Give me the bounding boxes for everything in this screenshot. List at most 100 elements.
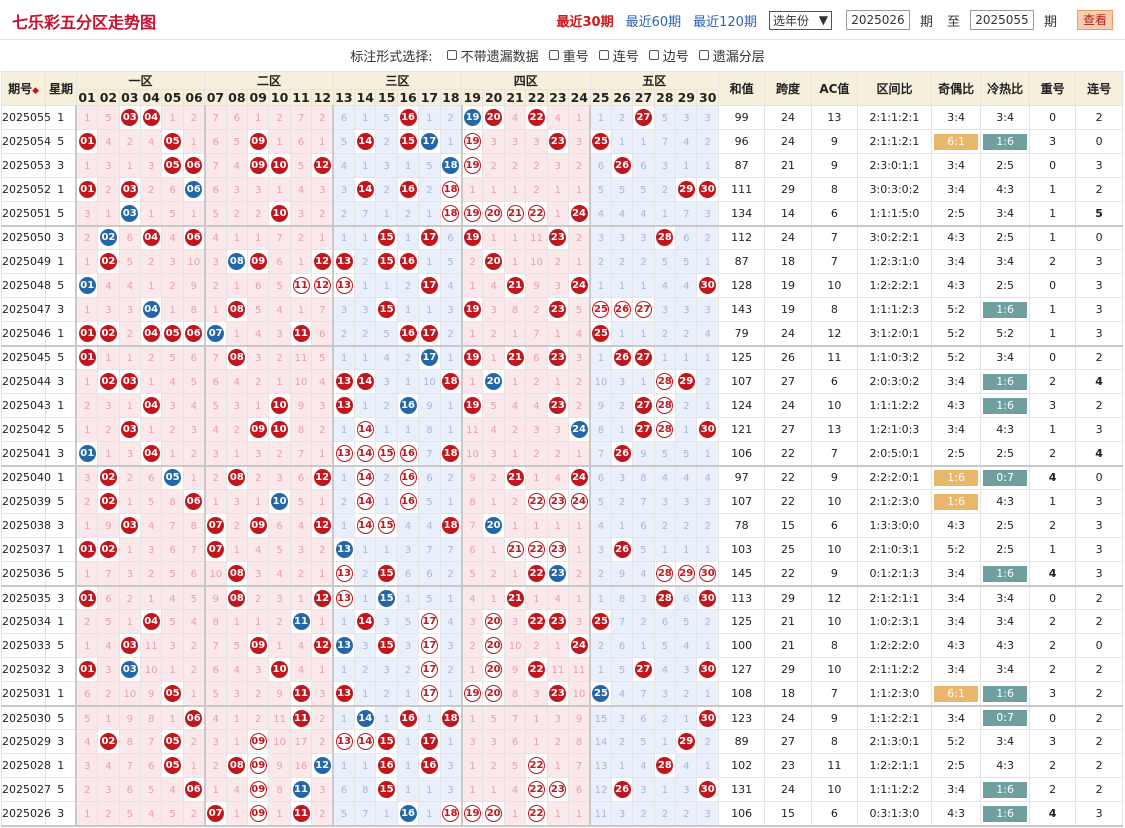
omission-count: 3 <box>319 785 326 797</box>
omission-count: 2 <box>126 328 133 340</box>
span-cell: 19 <box>764 297 812 323</box>
range-link-120[interactable]: 最近120期 <box>693 11 757 30</box>
checkbox[interactable] <box>548 50 559 60</box>
red-ball: 14 <box>356 444 374 462</box>
number-cell: 2 <box>653 513 677 539</box>
number-cell: 01 <box>75 537 99 563</box>
omission-count: 5 <box>126 257 133 269</box>
red-ball: 15 <box>378 253 396 271</box>
consec-cell: 3 <box>1075 273 1123 299</box>
omission-count: 5 <box>683 448 690 460</box>
number-cell: 2 <box>161 417 184 443</box>
number-cell: 19 <box>460 297 484 323</box>
number-cell: 04 <box>139 104 163 131</box>
red-ball: 29 <box>677 733 695 751</box>
number-cell: 5 <box>375 104 398 131</box>
option-layer[interactable]: 遗漏分层 <box>698 46 765 65</box>
omission-count: 2 <box>575 161 583 173</box>
omission-count: 5 <box>618 185 626 197</box>
number-cell: 3 <box>97 777 120 803</box>
omission-count: 1 <box>190 137 197 149</box>
number-cell: 4 <box>546 104 570 131</box>
number-cell: 18 <box>439 153 463 179</box>
col-period-label: 期号 <box>8 82 33 96</box>
year-select[interactable]: 选年份 ▼ <box>768 10 832 30</box>
number-cell: 3 <box>546 273 570 299</box>
option-repeat[interactable]: 重号 <box>548 46 589 65</box>
omission-count: 3 <box>640 785 647 797</box>
number-cell: 1 <box>354 585 377 611</box>
col-period[interactable]: 期号◆ <box>0 71 47 106</box>
omission-count: 5 <box>297 161 305 173</box>
number-cell: 1 <box>182 753 206 779</box>
omission-count: 2 <box>447 328 454 340</box>
number-cell: 2 <box>396 273 420 299</box>
number-cell: 28 <box>653 585 677 611</box>
red-ball: 17 <box>420 229 438 247</box>
number-cell: 6 <box>182 345 206 371</box>
consec-cell: 3 <box>1075 513 1123 539</box>
number-cell: 2 <box>675 801 698 828</box>
highlight-badge: 1:6 <box>983 373 1028 390</box>
highlight-badge: 1:6 <box>934 469 979 486</box>
blue-ball: 15 <box>378 589 396 607</box>
red-ball: 29 <box>677 373 695 391</box>
to-label: 至 <box>946 14 960 30</box>
zone-ratio-cell: 1:1:1:2:3 <box>857 297 932 323</box>
number-cell: 28 <box>653 369 677 395</box>
red-ball: 28 <box>656 421 674 439</box>
option-edge[interactable]: 边号 <box>648 46 689 65</box>
repeat-cell: 2 <box>1028 249 1077 275</box>
sum-cell: 103 <box>717 537 766 563</box>
number-cell: 5 <box>75 705 99 731</box>
option-no-omission[interactable]: 不带遗漏数据 <box>446 46 539 65</box>
number-cell: 27 <box>632 417 655 443</box>
span-cell: 24 <box>764 705 812 731</box>
number-cell: 11 <box>525 225 548 251</box>
number-cell: 3 <box>675 657 698 683</box>
omission-count: 3 <box>704 497 711 509</box>
omission-count: 5 <box>190 377 197 389</box>
checkbox[interactable] <box>698 50 709 60</box>
number-cell: 2 <box>418 177 441 203</box>
number-cell: 3 <box>610 369 634 395</box>
omission-count: 3 <box>105 785 112 797</box>
number-cell: 02 <box>97 369 120 395</box>
number-cell: 1 <box>332 705 356 731</box>
checkbox[interactable] <box>446 50 457 60</box>
col-number-03: 03 <box>118 89 142 106</box>
checkbox[interactable] <box>598 50 609 60</box>
hot-cold-cell: 4:3 <box>980 417 1030 443</box>
omission-count: 4 <box>533 401 540 413</box>
omission-count: 1 <box>212 305 219 317</box>
number-cell: 25 <box>588 681 612 707</box>
range-link-60[interactable]: 最近60期 <box>626 11 682 30</box>
number-cell: 10 <box>268 417 291 443</box>
red-ball: 21 <box>506 277 524 295</box>
number-cell: 19 <box>460 104 484 131</box>
range-link-30[interactable]: 最近30期 <box>556 11 613 30</box>
number-cell: 1 <box>182 465 206 491</box>
blue-ball: 14 <box>356 709 374 727</box>
omission-count: 5 <box>84 713 91 725</box>
col-number-17: 17 <box>418 89 441 106</box>
sort-icon[interactable]: ◆ <box>32 86 39 96</box>
number-cell: 5 <box>482 705 505 731</box>
omission-count: 3 <box>447 641 454 653</box>
number-cell: 1 <box>268 177 291 203</box>
number-cell: 26 <box>610 345 634 371</box>
period-from-input[interactable]: 2025026 <box>845 10 910 30</box>
sum-cell: 143 <box>717 297 766 323</box>
number-cell: 1 <box>375 537 398 563</box>
number-cell: 2 <box>247 201 270 227</box>
period-to-input[interactable]: 2025055 <box>969 10 1034 30</box>
number-cell: 3 <box>247 177 270 203</box>
checkbox[interactable] <box>648 50 659 60</box>
omission-count: 1 <box>554 521 562 533</box>
number-cell: 3 <box>460 609 484 635</box>
number-cell: 2 <box>675 681 698 707</box>
option-consecutive[interactable]: 连号 <box>598 46 639 65</box>
query-button[interactable]: 查看 <box>1077 10 1113 30</box>
omission-count: 8 <box>618 593 626 605</box>
period-from-unit: 期 <box>919 14 933 30</box>
